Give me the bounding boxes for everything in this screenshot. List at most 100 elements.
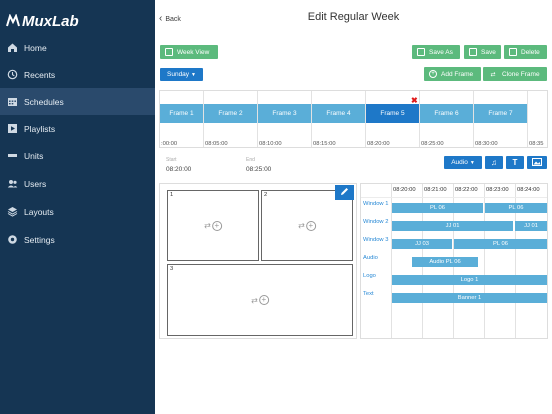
timeline-tick: 08:10:00 <box>259 141 282 147</box>
brand-name: MuxLab <box>22 12 79 30</box>
sidebar-item-settings[interactable]: Settings <box>0 226 155 253</box>
sidebar-item-recents[interactable]: Recents <box>0 61 155 88</box>
delete-button[interactable]: Delete <box>504 45 547 59</box>
units-icon <box>6 150 18 162</box>
grid-row-label: Window 3 <box>363 237 389 243</box>
audio-select[interactable]: Audio ▼ <box>444 156 482 169</box>
clone-frame-button[interactable]: ⇄ Clone Frame <box>483 67 547 81</box>
schedule-bar-window1[interactable]: PL 06 <box>392 203 483 213</box>
schedule-bar-window2[interactable]: JJ 01 <box>515 221 547 231</box>
image-icon <box>532 157 542 168</box>
delete-label: Delete <box>521 48 540 56</box>
gear-icon <box>6 234 18 246</box>
page-title: Edit Regular Week <box>307 11 400 23</box>
sidebar-item-label: Settings <box>24 234 55 245</box>
timeline-tick: 08:35 <box>529 141 544 147</box>
timeline-tick: 08:05:00 <box>205 141 228 147</box>
save-as-icon <box>417 48 425 56</box>
pencil-icon <box>340 187 349 198</box>
schedule-bar-window3[interactable]: JJ 03 <box>392 239 452 249</box>
add-content-icon[interactable]: + <box>305 220 316 231</box>
timeline-frame-2[interactable]: Frame 2 <box>204 104 257 123</box>
start-label: Start <box>166 157 177 163</box>
layout-window-3[interactable]: 3 ⇄ + <box>167 264 353 336</box>
sidebar-item-layouts[interactable]: Layouts <box>0 198 155 225</box>
schedule-bar-text[interactable]: Banner 1 <box>392 293 547 303</box>
timeline-tick: 08:15:00 <box>313 141 336 147</box>
grid-row-label: Logo <box>363 273 376 279</box>
sidebar-item-label: Layouts <box>24 206 54 217</box>
end-label: End <box>246 157 255 163</box>
swap-icon[interactable]: ⇄ <box>204 221 211 230</box>
timeline-frame-5[interactable]: Frame 5 <box>366 104 419 123</box>
day-select-label: Sunday <box>167 71 190 78</box>
timeline-tick: 08:25:00 <box>421 141 444 147</box>
layout-window-1[interactable]: 1 ⇄ + <box>167 190 259 261</box>
text-icon: T <box>512 158 518 167</box>
swap-icon[interactable]: ⇄ <box>251 296 258 305</box>
sidebar-item-label: Home <box>24 42 47 53</box>
add-text-button[interactable]: T <box>506 156 524 169</box>
clone-frame-label: Clone Frame <box>502 70 540 78</box>
window-controls: ⇄ + <box>298 220 316 231</box>
grid-time-header: 08:23:00 <box>486 187 509 193</box>
schedule-bar-logo[interactable]: Logo 1 <box>392 275 547 285</box>
main-content: ‹ Back Edit Regular Week Week View Save … <box>155 0 552 414</box>
add-audio-button[interactable]: ♫ <box>485 156 503 169</box>
day-select[interactable]: Sunday ▼ <box>160 68 203 81</box>
sidebar-item-home[interactable]: Home <box>0 34 155 61</box>
home-icon <box>6 42 18 54</box>
layout-preview: 1 ⇄ + 2 ⇄ + 3 ⇄ + <box>159 183 357 339</box>
save-as-button[interactable]: Save As <box>412 45 460 59</box>
sidebar-item-users[interactable]: Users <box>0 170 155 197</box>
schedule-bar-window2[interactable]: JJ 01 <box>392 221 513 231</box>
timeline-tick: :00:00 <box>161 141 178 147</box>
calendar-icon <box>6 96 18 108</box>
sidebar-item-playlists[interactable]: Playlists <box>0 115 155 142</box>
sidebar-item-label: Schedules <box>24 96 64 107</box>
calendar-icon <box>165 48 173 56</box>
sidebar-item-units[interactable]: Units <box>0 142 155 169</box>
swap-icon[interactable]: ⇄ <box>298 221 305 230</box>
end-value: 08:25:00 <box>246 166 272 173</box>
week-view-label: Week View <box>177 48 210 56</box>
timeline-frame-4[interactable]: Frame 4 <box>312 104 365 123</box>
schedule-bar-window3[interactable]: PL 06 <box>454 239 547 249</box>
sidebar-item-label: Users <box>24 178 47 189</box>
grid-time-header: 08:20:00 <box>393 187 416 193</box>
window-number: 3 <box>170 266 174 272</box>
schedule-bar-window1[interactable]: PL 06 <box>485 203 547 213</box>
save-button[interactable]: Save <box>464 45 501 59</box>
grid-row-label: Window 1 <box>363 201 389 207</box>
add-image-button[interactable] <box>527 156 547 169</box>
week-view-button[interactable]: Week View <box>160 45 218 59</box>
timeline-frame-1[interactable]: Frame 1 <box>160 104 203 123</box>
grid-time-header: 08:21:00 <box>424 187 447 193</box>
schedule-bar-audio[interactable]: Audio PL 06 <box>412 257 478 267</box>
layout-window-2[interactable]: 2 ⇄ + <box>261 190 353 261</box>
plus-circle-icon: + <box>429 70 437 78</box>
timeline-frame-7[interactable]: Frame 7 <box>474 104 527 123</box>
window-controls: ⇄ + <box>204 220 222 231</box>
start-value: 08:20:00 <box>166 166 192 173</box>
audio-select-label: Audio <box>451 159 468 166</box>
grid-row-line <box>361 197 547 198</box>
delete-frame-icon[interactable]: ✖ <box>411 96 418 105</box>
add-frame-button[interactable]: + Add Frame <box>424 67 481 81</box>
add-content-icon[interactable]: + <box>211 220 222 231</box>
timeline-divider <box>527 91 528 147</box>
history-icon <box>6 69 18 81</box>
caret-down-icon: ▼ <box>469 159 475 166</box>
timeline-frame-3[interactable]: Frame 3 <box>258 104 311 123</box>
trash-icon <box>509 48 517 56</box>
add-content-icon[interactable]: + <box>258 295 269 305</box>
timeline-frame-6[interactable]: Frame 6 <box>420 104 473 123</box>
grid-row-label: Text <box>363 291 374 297</box>
sidebar-item-schedules[interactable]: Schedules <box>0 88 155 115</box>
sidebar-item-label: Units <box>24 150 44 161</box>
add-frame-label: Add Frame <box>441 70 474 78</box>
frame-timeline[interactable]: Frame 1 Frame 2 Frame 3 Frame 4 Frame 5 … <box>159 90 548 148</box>
playlist-icon <box>6 123 18 135</box>
window-number: 2 <box>264 192 268 198</box>
edit-layout-button[interactable] <box>335 185 354 200</box>
